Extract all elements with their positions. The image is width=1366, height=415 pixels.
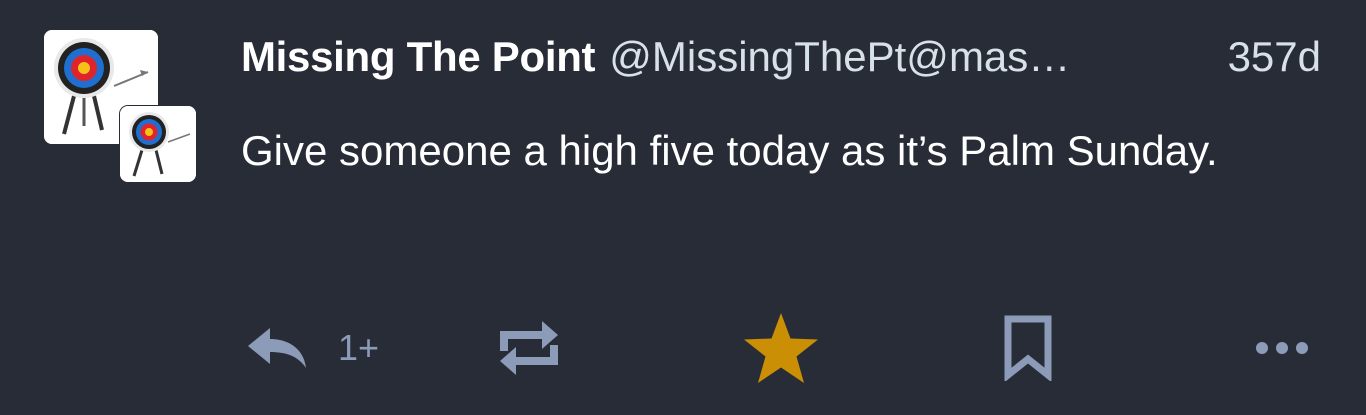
status-action-bar: 1+ xyxy=(240,310,1320,386)
star-icon xyxy=(744,313,818,383)
more-button[interactable] xyxy=(1254,310,1310,386)
status-content: Give someone a high five today as it’s P… xyxy=(241,127,1218,174)
status-timestamp[interactable]: 357d xyxy=(1228,33,1321,81)
display-name[interactable]: Missing The Point xyxy=(241,33,596,81)
reply-icon xyxy=(248,328,306,368)
boosted-account-avatar[interactable] xyxy=(120,106,196,182)
archery-target-small-icon xyxy=(120,106,196,182)
reply-count: 1+ xyxy=(338,327,380,368)
boost-button[interactable] xyxy=(496,310,562,386)
bookmark-button[interactable] xyxy=(1000,310,1056,386)
bookmark-icon xyxy=(1004,315,1052,381)
status-header: Missing The Point @MissingThePt@mas… 357… xyxy=(241,28,1321,86)
reply-button[interactable]: 1+ xyxy=(246,310,379,386)
status-card[interactable]: Missing The Point @MissingThePt@mas… 357… xyxy=(0,0,1366,415)
favourite-button[interactable] xyxy=(742,310,820,386)
ellipsis-icon xyxy=(1256,342,1308,354)
boost-icon xyxy=(500,321,558,375)
account-handle[interactable]: @MissingThePt@mas… xyxy=(609,33,1223,81)
